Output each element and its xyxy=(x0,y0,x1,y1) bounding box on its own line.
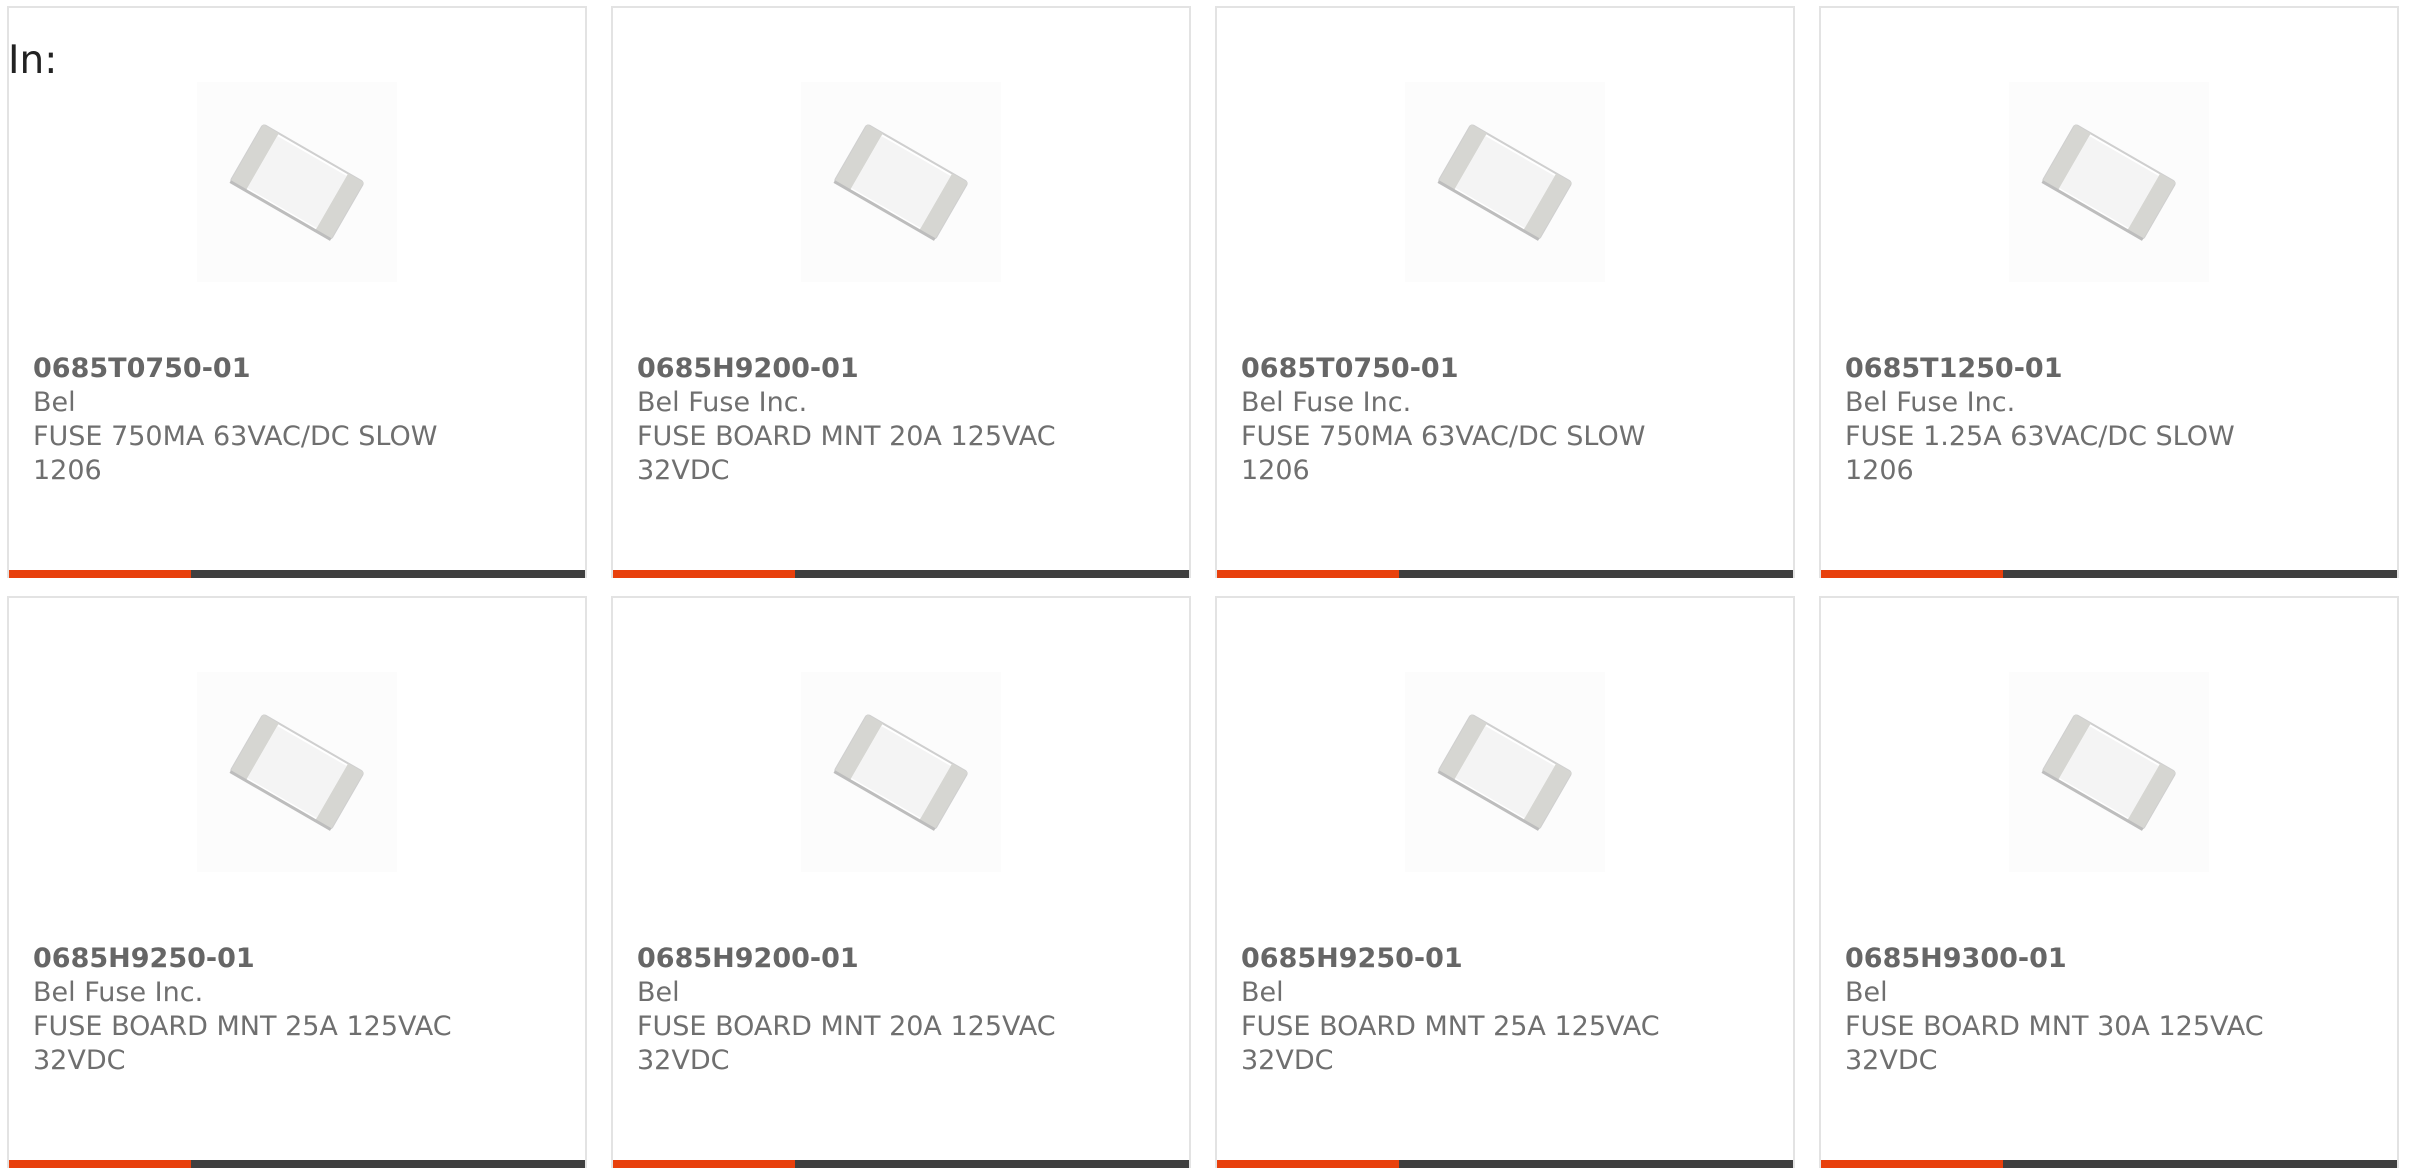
product-image[interactable] xyxy=(801,672,1001,872)
page-label: In: xyxy=(8,38,58,83)
part-number-link[interactable]: 0685H9200-01 xyxy=(637,352,1067,386)
card-bottom-bar xyxy=(613,1160,1189,1168)
product-image[interactable] xyxy=(2009,672,2209,872)
smd-fuse-chip-icon xyxy=(229,124,364,241)
product-description: FUSE BOARD MNT 20A 125VAC 32VDC xyxy=(637,1011,1056,1076)
manufacturer-name: Bel Fuse Inc. xyxy=(1845,387,2016,418)
product-description: FUSE 750MA 63VAC/DC SLOW 1206 xyxy=(1241,421,1646,486)
product-description: FUSE BOARD MNT 25A 125VAC 32VDC xyxy=(33,1011,452,1076)
product-image[interactable] xyxy=(801,82,1001,282)
product-card[interactable]: 0685H9250-01 Bel FUSE BOARD MNT 25A 125V… xyxy=(1215,596,1795,1168)
smd-fuse-chip-icon xyxy=(2041,714,2176,831)
product-card[interactable]: 0685T1250-01 Bel Fuse Inc. FUSE 1.25A 63… xyxy=(1819,6,2399,578)
card-accent-bar xyxy=(1217,1160,1399,1168)
product-image[interactable] xyxy=(197,672,397,872)
product-card[interactable]: 0685H9200-01 Bel FUSE BOARD MNT 20A 125V… xyxy=(611,596,1191,1168)
product-description: FUSE 1.25A 63VAC/DC SLOW 1206 xyxy=(1845,421,2235,486)
smd-fuse-chip-icon xyxy=(1437,124,1572,241)
manufacturer-name: Bel Fuse Inc. xyxy=(637,387,808,418)
card-bottom-bar xyxy=(9,1160,585,1168)
card-bottom-bar xyxy=(1217,570,1793,578)
part-number-link[interactable]: 0685H9250-01 xyxy=(33,942,463,976)
product-description: FUSE BOARD MNT 30A 125VAC 32VDC xyxy=(1845,1011,2264,1076)
product-image[interactable] xyxy=(1405,82,1605,282)
manufacturer-name: Bel Fuse Inc. xyxy=(33,977,204,1008)
card-accent-bar xyxy=(613,570,795,578)
product-image[interactable] xyxy=(1405,672,1605,872)
part-number-link[interactable]: 0685H9300-01 xyxy=(1845,942,2275,976)
manufacturer-name: Bel xyxy=(1241,977,1284,1008)
product-description: FUSE BOARD MNT 20A 125VAC 32VDC xyxy=(637,421,1056,486)
card-accent-bar xyxy=(613,1160,795,1168)
product-grid: 0685T0750-01 Bel FUSE 750MA 63VAC/DC SLO… xyxy=(7,6,2399,1168)
manufacturer-name: Bel Fuse Inc. xyxy=(1241,387,1412,418)
product-image[interactable] xyxy=(197,82,397,282)
product-card[interactable]: 0685T0750-01 Bel FUSE 750MA 63VAC/DC SLO… xyxy=(7,6,587,578)
product-card[interactable]: 0685T0750-01 Bel Fuse Inc. FUSE 750MA 63… xyxy=(1215,6,1795,578)
part-number-link[interactable]: 0685T0750-01 xyxy=(1241,352,1671,386)
product-description: FUSE 750MA 63VAC/DC SLOW 1206 xyxy=(33,421,438,486)
part-number-link[interactable]: 0685H9250-01 xyxy=(1241,942,1671,976)
product-card[interactable]: 0685H9300-01 Bel FUSE BOARD MNT 30A 125V… xyxy=(1819,596,2399,1168)
part-number-link[interactable]: 0685T1250-01 xyxy=(1845,352,2275,386)
smd-fuse-chip-icon xyxy=(833,124,968,241)
smd-fuse-chip-icon xyxy=(229,714,364,831)
manufacturer-name: Bel xyxy=(33,387,76,418)
card-bottom-bar xyxy=(1821,570,2397,578)
manufacturer-name: Bel xyxy=(1845,977,1888,1008)
product-card[interactable]: 0685H9250-01 Bel Fuse Inc. FUSE BOARD MN… xyxy=(7,596,587,1168)
card-accent-bar xyxy=(1821,1160,2003,1168)
card-bottom-bar xyxy=(9,570,585,578)
card-accent-bar xyxy=(1217,570,1399,578)
card-accent-bar xyxy=(9,1160,191,1168)
card-accent-bar xyxy=(1821,570,2003,578)
part-number-link[interactable]: 0685T0750-01 xyxy=(33,352,463,386)
product-description: FUSE BOARD MNT 25A 125VAC 32VDC xyxy=(1241,1011,1660,1076)
card-bottom-bar xyxy=(613,570,1189,578)
product-card[interactable]: 0685H9200-01 Bel Fuse Inc. FUSE BOARD MN… xyxy=(611,6,1191,578)
card-accent-bar xyxy=(9,570,191,578)
part-number-link[interactable]: 0685H9200-01 xyxy=(637,942,1067,976)
smd-fuse-chip-icon xyxy=(2041,124,2176,241)
manufacturer-name: Bel xyxy=(637,977,680,1008)
product-image[interactable] xyxy=(2009,82,2209,282)
card-bottom-bar xyxy=(1821,1160,2397,1168)
card-bottom-bar xyxy=(1217,1160,1793,1168)
smd-fuse-chip-icon xyxy=(833,714,968,831)
smd-fuse-chip-icon xyxy=(1437,714,1572,831)
